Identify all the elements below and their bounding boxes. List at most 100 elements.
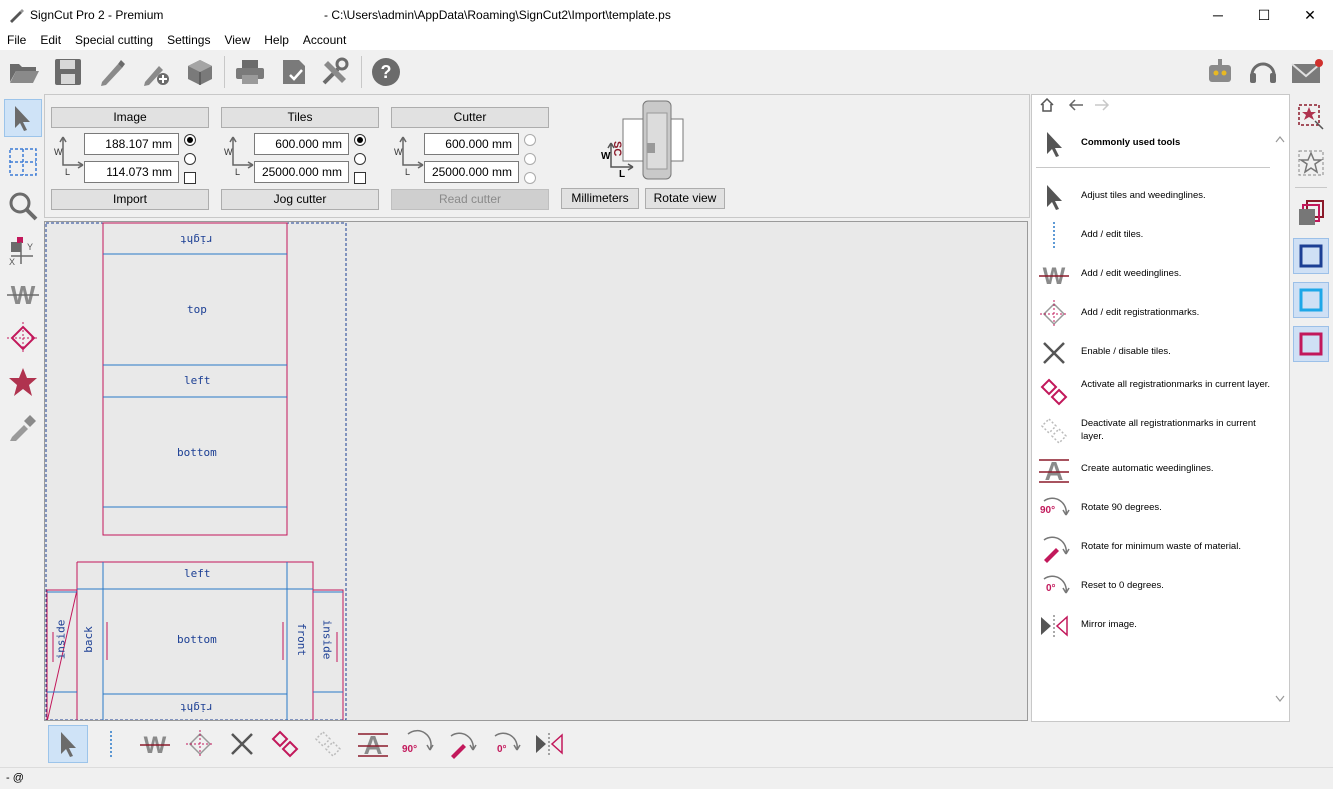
tiles-lock-checkbox[interactable] xyxy=(354,172,366,184)
forward-arrow-icon[interactable] xyxy=(1094,98,1110,112)
tool-rotate-min-waste[interactable]: Rotate for minimum waste of material. xyxy=(1032,528,1272,567)
image-width-field[interactable]: 188.107 mm xyxy=(84,133,179,155)
star-shape-tool-icon[interactable] xyxy=(4,363,42,401)
label-inside-right: inside xyxy=(320,619,334,660)
title-bar: SignCut Pro 2 - Premium - C:\Users\admin… xyxy=(0,0,1333,30)
robot-icon[interactable] xyxy=(1203,55,1237,89)
deactivate-regmarks-bottom-icon[interactable] xyxy=(308,725,348,763)
cutter-radio-3[interactable] xyxy=(524,172,536,184)
label-right-top: right xyxy=(180,233,214,246)
image-radio[interactable] xyxy=(184,134,196,146)
star-outline-icon[interactable] xyxy=(1293,145,1329,181)
open-folder-icon[interactable] xyxy=(7,55,41,89)
tiles-length-field[interactable]: 25000.000 mm xyxy=(254,161,349,183)
tiles-tool-icon[interactable] xyxy=(4,143,42,181)
import-button[interactable]: Import xyxy=(51,189,209,210)
weedline-tool-icon[interactable]: W xyxy=(4,275,42,313)
home-icon[interactable] xyxy=(1040,98,1054,112)
tiles-radio[interactable] xyxy=(354,134,366,146)
zoom-icon[interactable] xyxy=(4,187,42,225)
mirror-bottom-icon[interactable] xyxy=(529,725,569,763)
tool-add-tiles[interactable]: Add / edit tiles. xyxy=(1032,216,1272,255)
tiles-radio-2[interactable] xyxy=(354,153,366,165)
tool-activate-regmarks[interactable]: Activate all registrationmarks in curren… xyxy=(1032,372,1272,411)
weedline-bottom-icon[interactable]: W xyxy=(135,725,175,763)
deg-0-label: 0° xyxy=(1046,583,1056,594)
design-canvas[interactable]: right top left bottom left bottom right … xyxy=(44,221,1028,721)
layer-blue-icon[interactable] xyxy=(1293,238,1329,274)
rotate-min-waste-bottom-icon[interactable] xyxy=(441,725,481,763)
panel-header-label: Commonly used tools xyxy=(1081,137,1181,148)
scroll-down-icon[interactable] xyxy=(1275,695,1285,703)
layer-cyan-icon[interactable] xyxy=(1293,282,1329,318)
cut-check-icon[interactable] xyxy=(276,55,310,89)
image-radio-2[interactable] xyxy=(184,153,196,165)
star-frame-icon[interactable] xyxy=(1293,99,1329,135)
back-arrow-icon[interactable] xyxy=(1068,98,1084,112)
activate-regmarks-bottom-icon[interactable] xyxy=(265,725,305,763)
tool-reset-0[interactable]: 0° Reset to 0 degrees. xyxy=(1032,567,1272,606)
menu-edit[interactable]: Edit xyxy=(33,30,68,50)
svg-text:L: L xyxy=(235,167,240,175)
image-length-field[interactable]: 114.073 mm xyxy=(84,161,179,183)
menu-special-cutting[interactable]: Special cutting xyxy=(68,30,160,50)
rotate-90-bottom-icon[interactable]: 90° xyxy=(397,725,437,763)
tool-label: Mirror image. xyxy=(1081,619,1137,630)
tools-icon[interactable] xyxy=(318,55,352,89)
tool-auto-weedlines[interactable]: A Create automatic weedinglines. xyxy=(1032,450,1272,489)
add-pen-icon[interactable] xyxy=(139,55,173,89)
menu-help[interactable]: Help xyxy=(257,30,296,50)
registration-mark-tool-icon[interactable] xyxy=(4,319,42,357)
pen-icon[interactable] xyxy=(95,55,129,89)
panel-divider xyxy=(1036,167,1270,168)
tool-mirror[interactable]: Mirror image. xyxy=(1032,606,1272,645)
menu-account[interactable]: Account xyxy=(296,30,353,50)
close-button[interactable]: ✕ xyxy=(1287,0,1333,30)
tile-line-bottom-icon[interactable] xyxy=(91,725,131,763)
panel-header: Commonly used tools xyxy=(1032,124,1272,164)
menu-settings[interactable]: Settings xyxy=(160,30,217,50)
headset-icon[interactable] xyxy=(1246,55,1280,89)
jog-cutter-button[interactable]: Jog cutter xyxy=(221,189,379,210)
minimize-button[interactable]: ─ xyxy=(1195,0,1241,30)
auto-weedline-icon: A xyxy=(1038,454,1070,486)
tool-regmarks[interactable]: Add / edit registrationmarks. xyxy=(1032,294,1272,333)
help-icon[interactable]: ? xyxy=(369,55,403,89)
print-icon[interactable] xyxy=(233,55,267,89)
tool-adjust-tiles[interactable]: Adjust tiles and weedinglines. xyxy=(1032,177,1272,216)
label-left-2: left xyxy=(184,567,211,580)
xy-position-icon[interactable]: YX xyxy=(4,231,42,269)
cutter-width-field[interactable]: 600.000 mm xyxy=(424,133,519,155)
save-icon[interactable] xyxy=(51,55,85,89)
scroll-up-icon[interactable] xyxy=(1275,135,1285,143)
tool-label: Add / edit registrationmarks. xyxy=(1081,307,1200,318)
auto-weedline-bottom-icon[interactable]: A xyxy=(353,725,393,763)
cutter-radio-2[interactable] xyxy=(524,153,536,165)
rotate-view-button[interactable]: Rotate view xyxy=(645,188,725,209)
regmark-bottom-icon[interactable] xyxy=(180,725,220,763)
select-tool-icon[interactable] xyxy=(4,99,42,137)
mail-icon[interactable] xyxy=(1290,55,1324,89)
eyedropper-icon[interactable] xyxy=(4,407,42,445)
menu-file[interactable]: File xyxy=(0,30,33,50)
cutter-length-field[interactable]: 25000.000 mm xyxy=(424,161,519,183)
select-tool-bottom-icon[interactable] xyxy=(48,725,88,763)
tool-rotate-90[interactable]: 90° Rotate 90 degrees. xyxy=(1032,489,1272,528)
tiles-width-field[interactable]: 600.000 mm xyxy=(254,133,349,155)
tool-enable-tiles[interactable]: Enable / disable tiles. xyxy=(1032,333,1272,372)
image-lock-checkbox[interactable] xyxy=(184,172,196,184)
layers-icon[interactable] xyxy=(1293,195,1329,231)
tool-weedlines[interactable]: W Add / edit weedinglines. xyxy=(1032,255,1272,294)
menu-view[interactable]: View xyxy=(217,30,257,50)
layer-magenta-icon[interactable] xyxy=(1293,326,1329,362)
tool-label: Deactivate all registrationmarks in curr… xyxy=(1081,418,1256,442)
millimeters-button[interactable]: Millimeters xyxy=(561,188,639,209)
maximize-button[interactable]: ☐ xyxy=(1241,0,1287,30)
cutter-radio[interactable] xyxy=(524,134,536,146)
tool-label: Add / edit weedinglines. xyxy=(1081,268,1182,279)
tool-deactivate-regmarks[interactable]: Deactivate all registrationmarks in curr… xyxy=(1032,411,1272,450)
read-cutter-button[interactable]: Read cutter xyxy=(391,189,549,210)
reset-0-bottom-icon[interactable]: 0° xyxy=(485,725,525,763)
cube-icon[interactable] xyxy=(183,55,217,89)
cross-bottom-icon[interactable] xyxy=(222,725,262,763)
